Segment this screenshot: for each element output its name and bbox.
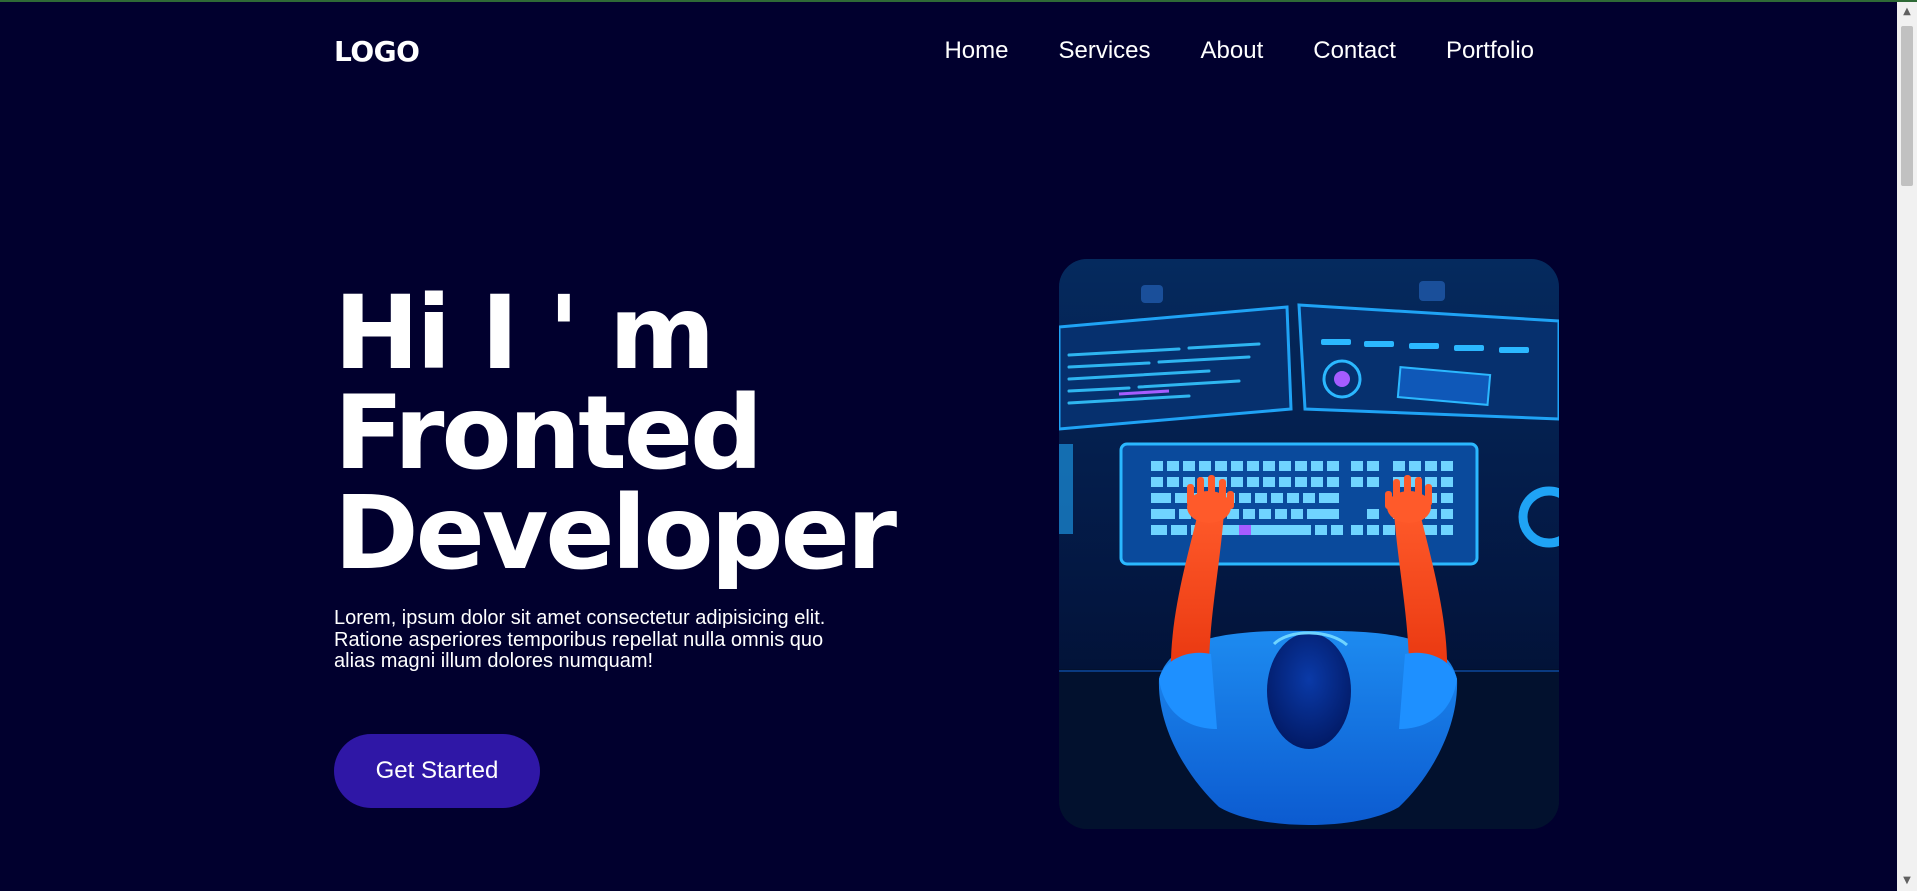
nav-home[interactable]: Home <box>944 37 1008 65</box>
hero-description: Lorem, ipsum dolor sit amet consectetur … <box>334 607 826 672</box>
nav-services[interactable]: Services <box>1058 37 1150 65</box>
logo[interactable]: LOGO <box>334 35 420 68</box>
vertical-scrollbar[interactable]: ▲ ▼ <box>1897 2 1917 891</box>
hero-title: Hi I ' m Fronted Developer <box>334 274 897 593</box>
scroll-up-arrow-icon[interactable]: ▲ <box>1897 4 1917 20</box>
nav-about[interactable]: About <box>1201 37 1264 65</box>
developer-illustration-svg <box>1059 259 1559 829</box>
nav-portfolio[interactable]: Portfolio <box>1446 37 1534 65</box>
nav-contact[interactable]: Contact <box>1313 37 1396 65</box>
hero-text: Hi I ' m Fronted Developer Lorem, ipsum … <box>334 274 897 673</box>
site-header: LOGO Home Services About Contact Portfol… <box>334 28 1534 74</box>
scrollbar-thumb[interactable] <box>1901 26 1913 186</box>
main-nav: Home Services About Contact Portfolio <box>944 37 1534 65</box>
hero-title-line-1: Hi I ' m <box>334 274 715 393</box>
get-started-button[interactable]: Get Started <box>334 734 540 808</box>
hero-title-line-3: Developer <box>334 474 897 593</box>
page: LOGO Home Services About Contact Portfol… <box>0 2 1897 891</box>
scroll-down-arrow-icon[interactable]: ▼ <box>1897 873 1917 889</box>
hero-title-line-2: Fronted <box>334 374 763 493</box>
developer-illustration <box>1059 259 1559 829</box>
